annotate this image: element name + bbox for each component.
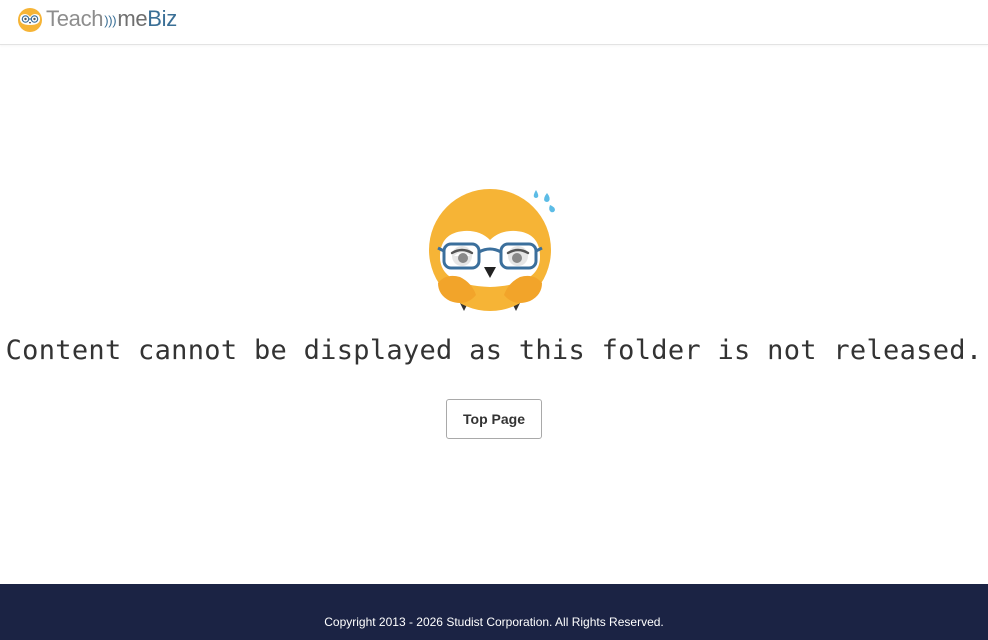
main-content: Content cannot be displayed as this fold…: [0, 45, 988, 584]
teachme-biz-logo[interactable]: Teach)))meBiz: [16, 5, 177, 35]
copyright-text: Copyright 2013 - 2026 Studist Corporatio…: [324, 615, 664, 629]
folder-not-released-message: Content cannot be displayed as this fold…: [5, 335, 983, 366]
sweat-drops-icon: [533, 190, 555, 213]
sound-wave-icon: ))): [104, 12, 117, 28]
top-header: Teach)))meBiz: [0, 0, 988, 45]
logo-text-teach: Teach: [46, 5, 104, 31]
logo-text-biz: Biz: [147, 5, 177, 31]
page-footer: Copyright 2013 - 2026 Studist Corporatio…: [0, 584, 988, 640]
owl-logo-icon: [18, 8, 42, 32]
top-page-button[interactable]: Top Page: [446, 399, 542, 439]
owl-sweat-illustration: [429, 189, 555, 311]
logo-text-me: me: [117, 5, 148, 31]
logo-wordmark: Teach)))meBiz: [46, 4, 177, 37]
